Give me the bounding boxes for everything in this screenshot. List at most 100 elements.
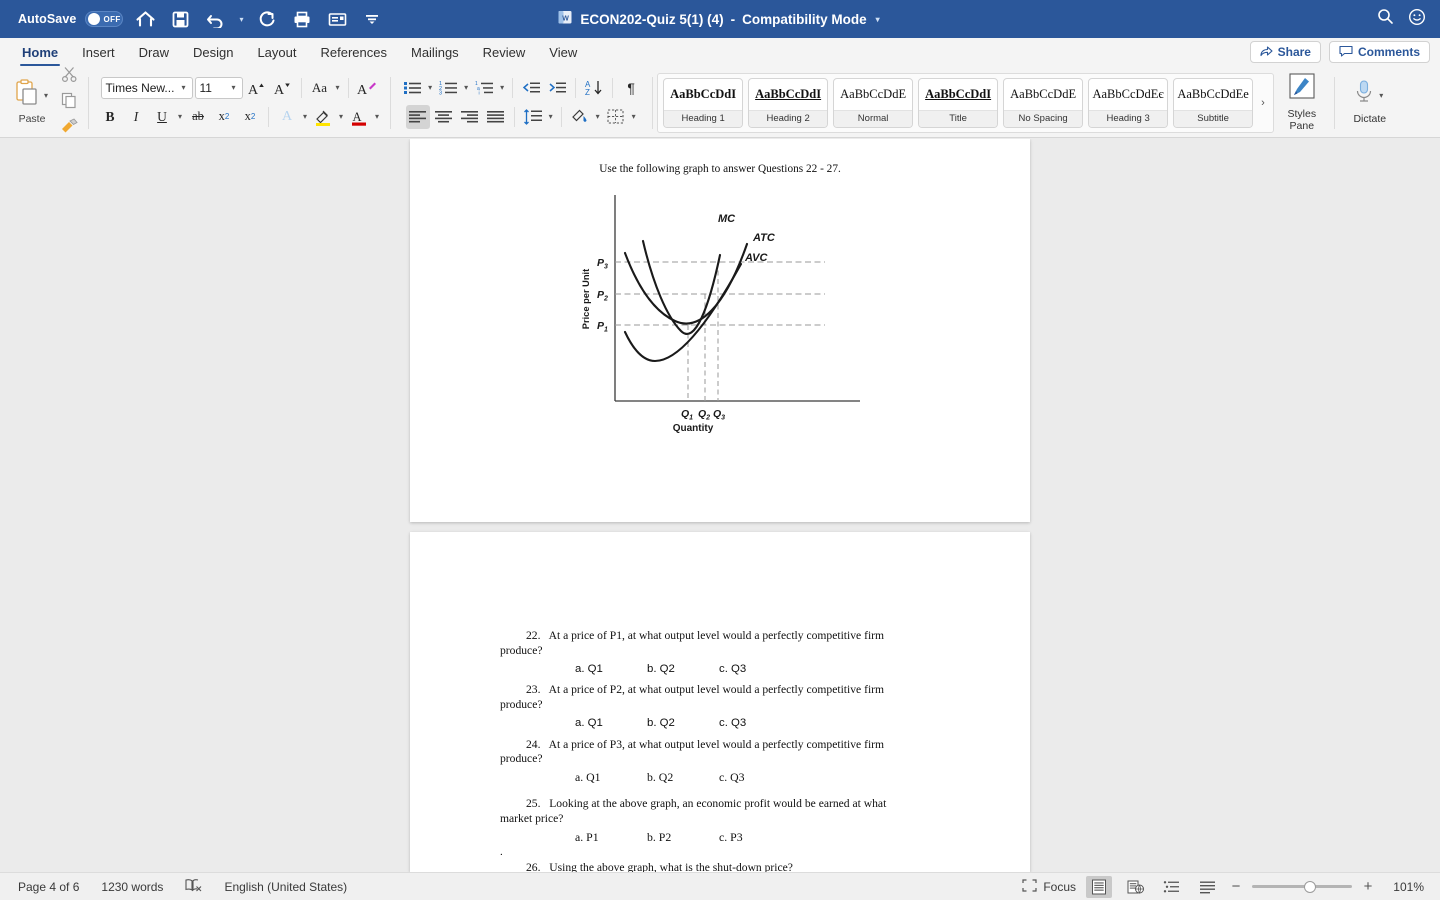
zoom-slider[interactable] (1252, 880, 1352, 893)
tab-home[interactable]: Home (10, 43, 70, 66)
question-23-option-c[interactable]: c. Q3 (719, 716, 746, 731)
document-page-2[interactable]: 22. At a price of P1, at what output lev… (410, 532, 1030, 872)
question-25-option-c[interactable]: c. P3 (719, 830, 743, 845)
font-name-combobox[interactable]: Times New... ▾ (100, 76, 193, 99)
line-spacing-caret-icon[interactable]: ▾ (547, 112, 555, 121)
numbering-icon[interactable]: 123 (436, 76, 460, 100)
show-formatting-marks-icon[interactable]: ¶ (619, 76, 643, 100)
sort-icon[interactable]: AZ (582, 76, 606, 100)
style-card-heading-3[interactable]: AaBbCcDdEє Heading 3 (1088, 77, 1169, 128)
style-card-no-spacing[interactable]: AaBbCcDdE No Spacing (1003, 77, 1084, 128)
grow-font-icon[interactable]: A (245, 76, 269, 100)
highlight-color-icon[interactable] (311, 105, 335, 129)
outline-icon[interactable] (1158, 876, 1184, 898)
language-status[interactable]: English (United States) (224, 880, 347, 894)
question-22-option-c[interactable]: c. Q3 (719, 662, 746, 677)
font-size-caret-icon[interactable]: ▾ (230, 83, 238, 92)
bold-button[interactable]: B (98, 105, 122, 129)
question-22-option-b[interactable]: b. Q2 (647, 662, 719, 677)
question-25-option-a[interactable]: a. P1 (575, 830, 647, 845)
italic-button[interactable]: I (124, 105, 148, 129)
change-case-caret-icon[interactable]: ▾ (334, 83, 342, 92)
align-center-icon[interactable] (432, 105, 456, 129)
font-name-caret-icon[interactable]: ▾ (180, 83, 188, 92)
subscript-button[interactable]: x2 (212, 105, 236, 129)
share-button[interactable]: Share (1249, 41, 1321, 63)
font-size-combobox[interactable]: 11 ▾ (194, 76, 243, 99)
zoom-in-button[interactable]: + (1362, 878, 1374, 895)
tab-design[interactable]: Design (181, 43, 245, 66)
superscript-button[interactable]: x2 (238, 105, 262, 129)
shading-icon[interactable] (568, 105, 592, 129)
clear-formatting-icon[interactable]: A (355, 76, 379, 100)
web-layout-icon[interactable] (1122, 876, 1148, 898)
comments-button[interactable]: Comments (1328, 41, 1430, 63)
paste-icon[interactable] (14, 79, 40, 112)
document-canvas[interactable]: Use the following graph to answer Questi… (0, 139, 1440, 872)
dictate-button[interactable]: ▾ Dictate (1339, 68, 1401, 136)
style-card-normal[interactable]: AaBbCcDdE Normal (833, 77, 914, 128)
focus-button[interactable]: Focus (1022, 878, 1076, 895)
page-number-status[interactable]: Page 4 of 6 (18, 880, 79, 894)
font-color-icon[interactable]: A (347, 105, 371, 129)
dictate-caret-icon[interactable]: ▾ (1377, 91, 1385, 100)
feedback-smiley-icon[interactable] (1408, 8, 1426, 31)
styles-gallery-more-chevron-icon[interactable]: › (1258, 97, 1268, 109)
question-22-option-a[interactable]: a. Q1 (575, 662, 647, 677)
tab-mailings[interactable]: Mailings (399, 43, 471, 66)
style-card-subtitle[interactable]: AaBbCcDdEe Subtitle (1173, 77, 1254, 128)
tab-review[interactable]: Review (471, 43, 538, 66)
style-card-heading-2[interactable]: AaBbCcDdI Heading 2 (748, 77, 829, 128)
format-painter-icon[interactable] (60, 117, 79, 139)
tab-draw[interactable]: Draw (127, 43, 181, 66)
text-effects-icon[interactable]: A (275, 105, 299, 129)
shading-caret-icon[interactable]: ▾ (594, 112, 602, 121)
justify-icon[interactable] (484, 105, 508, 129)
underline-caret-icon[interactable]: ▾ (176, 112, 184, 121)
strikethrough-button[interactable]: ab (186, 105, 210, 129)
undo-dropdown-caret-icon[interactable]: ▾ (237, 15, 245, 24)
tab-references[interactable]: References (309, 43, 399, 66)
decrease-indent-icon[interactable] (519, 76, 543, 100)
tab-view[interactable]: View (537, 43, 589, 66)
question-24-option-a[interactable]: a. Q1 (575, 770, 647, 785)
draft-icon[interactable] (1194, 876, 1220, 898)
borders-caret-icon[interactable]: ▾ (630, 112, 638, 121)
print-icon[interactable] (289, 6, 315, 32)
style-card-heading-1[interactable]: AaBbCcDdI Heading 1 (663, 77, 744, 128)
home-icon[interactable] (132, 6, 158, 32)
save-icon[interactable] (167, 6, 193, 32)
increase-indent-icon[interactable] (545, 76, 569, 100)
print-layout-icon[interactable] (1086, 875, 1112, 898)
undo-icon[interactable] (202, 6, 228, 32)
font-color-caret-icon[interactable]: ▾ (373, 112, 381, 121)
change-case-button[interactable]: Aa (308, 76, 332, 100)
question-23-option-a[interactable]: a. Q1 (575, 716, 647, 731)
title-chevron-down-icon[interactable]: ▾ (874, 15, 882, 24)
zoom-out-button[interactable]: − (1230, 878, 1242, 895)
highlight-caret-icon[interactable]: ▾ (337, 112, 345, 121)
bullets-icon[interactable] (400, 76, 424, 100)
shrink-font-icon[interactable]: A (271, 76, 295, 100)
multilevel-list-caret-icon[interactable]: ▾ (498, 83, 506, 92)
document-page-1[interactable]: Use the following graph to answer Questi… (410, 139, 1030, 522)
bullets-caret-icon[interactable]: ▾ (426, 83, 434, 92)
styles-pane-button[interactable]: Styles Pane (1274, 68, 1330, 136)
print-preview-icon[interactable] (324, 6, 350, 32)
cut-icon[interactable] (61, 66, 78, 88)
copy-icon[interactable] (61, 92, 78, 114)
question-25-option-b[interactable]: b. P2 (647, 830, 719, 845)
line-spacing-icon[interactable] (521, 105, 545, 129)
multilevel-list-icon[interactable]: 1ai (472, 76, 496, 100)
customize-toolbar-icon[interactable] (359, 6, 385, 32)
tab-layout[interactable]: Layout (245, 43, 308, 66)
search-icon[interactable] (1377, 8, 1394, 30)
word-count-status[interactable]: 1230 words (101, 880, 163, 894)
question-24-option-b[interactable]: b. Q2 (647, 770, 719, 785)
question-23-option-b[interactable]: b. Q2 (647, 716, 719, 731)
align-left-icon[interactable] (405, 104, 430, 129)
question-24-option-c[interactable]: c. Q3 (719, 770, 745, 785)
tab-insert[interactable]: Insert (70, 43, 127, 66)
text-effects-caret-icon[interactable]: ▾ (301, 112, 309, 121)
numbering-caret-icon[interactable]: ▾ (462, 83, 470, 92)
